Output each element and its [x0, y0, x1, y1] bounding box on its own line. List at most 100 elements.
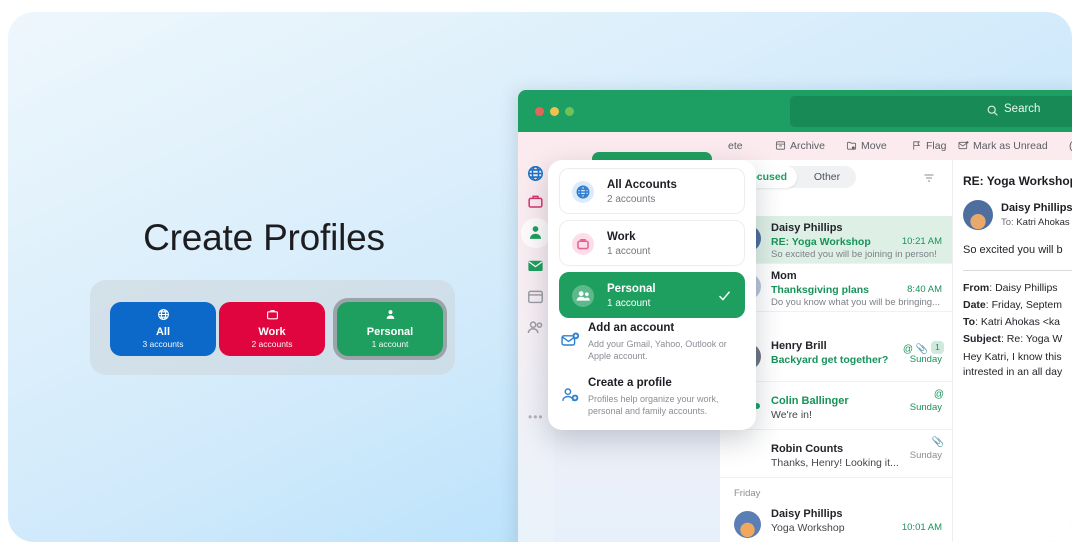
attachment-icon: 📎 — [931, 437, 944, 448]
avatar — [963, 200, 993, 230]
message-time: 10:21 AM — [901, 236, 942, 247]
dropdown-item-all-accounts[interactable]: All Accounts 2 accounts — [559, 168, 745, 214]
archive-button[interactable]: Archive — [775, 140, 825, 154]
dropdown-item-title: All Accounts — [607, 179, 677, 191]
window-titlebar: Search — [518, 90, 1072, 132]
delete-button[interactable]: ete — [724, 140, 743, 152]
flag-button[interactable]: Flag — [911, 140, 946, 154]
message-subject: Thanks, Henry! Looking it... — [771, 457, 899, 469]
profile-chip-name: Personal — [366, 326, 414, 338]
people-icon — [572, 285, 594, 307]
profile-chip-sub: 3 accounts — [142, 339, 184, 349]
to-prefix: To: — [1001, 217, 1014, 228]
add-person-icon — [560, 385, 580, 405]
reading-sender: Daisy Phillips — [1001, 202, 1072, 214]
message-sender: Colin Ballinger — [771, 395, 849, 407]
dropdown-item-personal[interactable]: Personal 1 account — [559, 272, 745, 318]
globe-icon — [110, 308, 216, 323]
briefcase-icon — [219, 308, 325, 323]
dropdown-item-title: Create a profile — [588, 377, 672, 389]
day-label: Friday — [734, 488, 761, 499]
add-mail-icon — [560, 330, 580, 350]
reading-recipients: To: Katri Ahokas — [1001, 217, 1070, 228]
delete-label: ete — [728, 140, 743, 152]
dropdown-item-title: Work — [607, 231, 636, 243]
filter-icon[interactable] — [922, 171, 936, 183]
move-folder-icon — [846, 140, 857, 154]
table-row[interactable]: Robin Counts Thanks, Henry! Looking it..… — [720, 430, 952, 478]
profile-chip-personal[interactable]: Personal 1 account — [337, 302, 443, 356]
search-icon — [986, 104, 999, 117]
dropdown-item-title: Add an account — [588, 322, 675, 334]
zoom-window-button[interactable] — [565, 107, 574, 116]
tab-other[interactable]: Other — [798, 166, 856, 188]
close-window-button[interactable] — [535, 107, 544, 116]
message-time: Sunday — [909, 402, 942, 413]
reading-pane: RE: Yoga Workshop Daisy Phillips To: Kat… — [952, 160, 1072, 542]
to-value: Katri Ahokas — [1016, 217, 1070, 228]
count-badge: 1 — [931, 341, 944, 354]
search-input[interactable]: Search — [790, 96, 1072, 127]
minimize-window-button[interactable] — [550, 107, 559, 116]
message-badges: @ — [934, 389, 944, 400]
message-sender: Robin Counts — [771, 443, 844, 455]
rail-person-icon[interactable] — [526, 223, 546, 243]
more-commands-button[interactable]: ( — [1069, 140, 1072, 152]
dropdown-item-sub: 1 account — [607, 246, 651, 257]
mark-as-unread-button[interactable]: Mark as Unread — [958, 140, 1048, 154]
dropdown-item-title: Personal — [607, 283, 656, 295]
mention-icon: @ — [933, 389, 944, 400]
quoted-from-label: From — [963, 282, 990, 294]
move-button[interactable]: Move — [846, 140, 887, 154]
message-time: 10:01 AM — [901, 522, 942, 533]
rail-calendar-icon[interactable] — [526, 287, 546, 307]
rail-more-dots-icon[interactable]: ••• — [528, 411, 544, 423]
flag-icon — [911, 140, 922, 154]
profile-chip-name: Work — [258, 326, 286, 338]
promo-panel: Create Profiles All 3 accounts Work 2 ac… — [8, 12, 520, 542]
reading-subject: RE: Yoga Workshop — [963, 174, 1072, 188]
quoted-subject: Subject: Re: Yoga W — [963, 333, 1063, 345]
dropdown-item-sub: Profiles help organize your work, person… — [588, 394, 719, 416]
rail-globe-icon[interactable] — [526, 164, 546, 184]
quoted-subject-value: Re: Yoga W — [1006, 333, 1063, 345]
dropdown-item-sub: Add your Gmail, Yahoo, Outlook or Apple … — [588, 339, 727, 361]
quoted-from: From: Daisy Phillips — [963, 282, 1058, 294]
profile-chip-sub: 1 account — [371, 339, 409, 349]
dropdown-item-sub: 2 accounts — [607, 194, 656, 205]
quoted-to-label: To — [963, 316, 976, 328]
avatar — [734, 511, 761, 538]
flag-label: Flag — [926, 140, 947, 152]
dropdown-item-work[interactable]: Work 1 account — [559, 220, 745, 266]
profile-chip-name: All — [155, 326, 171, 338]
quoted-subject-label: Subject — [963, 333, 1001, 345]
rail-mail-icon[interactable] — [526, 256, 546, 276]
reading-body: So excited you will b — [963, 244, 1063, 256]
message-subject: RE: Yoga Workshop — [771, 236, 871, 248]
mail-app-window: Search ete Archive Move Flag Mark as Unr… — [518, 90, 1072, 542]
quoted-date-value: Friday, Septem — [991, 299, 1063, 311]
message-badges: @ 📎 1 — [903, 341, 944, 355]
mark-as-unread-label: Mark as Unread — [973, 140, 1048, 152]
table-row[interactable]: Daisy Phillips Yoga Workshop 10:01 AM — [720, 502, 952, 542]
message-subject: Thanksgiving plans — [771, 284, 870, 296]
message-preview: So excited you will be joining in person… — [771, 249, 937, 260]
quoted-date: Date: Friday, Septem — [963, 299, 1063, 311]
person-icon — [337, 308, 443, 323]
rail-people-icon[interactable] — [526, 318, 546, 338]
message-badges: 📎 — [932, 437, 944, 448]
message-subject: We're in! — [771, 409, 812, 421]
quoted-date-label: Date — [963, 299, 986, 311]
profile-chip-sub: 2 accounts — [251, 339, 293, 349]
profile-dropdown-menu: All Accounts 2 accounts Work 1 account P… — [548, 160, 756, 430]
message-time: 8:40 AM — [907, 284, 942, 295]
rail-briefcase-icon[interactable] — [526, 192, 546, 212]
profile-chip-work[interactable]: Work 2 accounts — [219, 302, 325, 356]
profile-chip-all[interactable]: All 3 accounts — [110, 302, 216, 356]
message-sender: Henry Brill — [771, 340, 827, 352]
message-sender: Mom — [771, 270, 797, 282]
message-sender: Daisy Phillips — [771, 508, 843, 520]
archive-label: Archive — [790, 140, 826, 152]
quoted-body-line-1: Hey Katri, I know this — [963, 351, 1062, 363]
check-icon — [717, 288, 732, 303]
